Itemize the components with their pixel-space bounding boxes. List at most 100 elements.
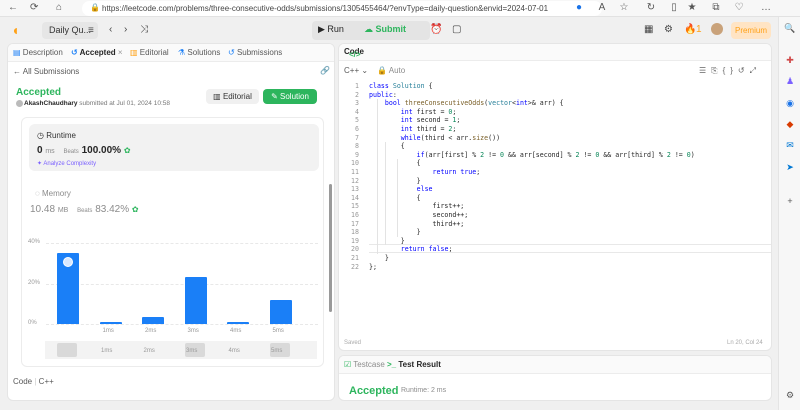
add-icon[interactable]: + [784,195,796,207]
tab-description[interactable]: ▤ Description [13,48,63,57]
code-line[interactable]: } [369,177,421,185]
reset-icon[interactable]: ↺ [738,66,750,75]
refresh-icon[interactable]: ⟳ [30,2,38,13]
back-icon[interactable]: ← [8,2,18,13]
tab-test-result[interactable]: >_ Test Result [387,360,441,369]
code-line[interactable]: } [369,228,421,236]
extension-icon[interactable]: ● [573,2,585,14]
runtime-distribution-chart[interactable]: 40% 20% 0% 1ms 2ms 3ms 4ms 5ms 1ms 2ms 3ms 4ms 5ms [22,236,325,368]
bookmark-icon[interactable]: ⎘ [711,66,722,75]
code-line[interactable]: return false; [369,245,453,253]
list-icon[interactable]: ≡ [88,25,94,36]
run-button[interactable]: ▶ Run [318,24,344,35]
code-line[interactable]: }; [369,263,377,271]
send-icon[interactable]: ➤ [784,161,796,173]
code-line[interactable]: { [369,142,405,150]
fullscreen-icon[interactable]: ⤢ [750,66,761,75]
notes-icon[interactable]: ☰ [699,66,711,75]
code-line[interactable]: second++; [369,211,469,219]
tab-solutions[interactable]: ⚗ Solutions [178,48,220,57]
x-tick-label: 4ms [230,328,242,334]
chart-bar[interactable] [269,299,292,324]
code-line[interactable]: class Solution { [369,82,433,90]
strip-knob[interactable] [57,343,77,357]
code-line[interactable]: { [369,159,421,167]
code-line[interactable]: { [369,194,421,202]
chart-bar[interactable] [142,316,164,324]
tab-accepted[interactable]: ↺ Accepted × [71,48,123,57]
collections-icon[interactable]: ⧉ [710,2,722,14]
code-line[interactable]: if(arr[first] % 2 != 0 && arr[second] % … [369,151,695,159]
x-tick-label: 5ms [272,328,284,334]
sidebar-settings-icon[interactable]: ⚙ [784,389,796,401]
y-tick-label: 0% [28,320,37,326]
address-bar[interactable]: 🔒 https://leetcode.com/problems/three-co… [82,1,602,16]
browser-essentials-icon[interactable]: ♡ [733,2,745,14]
tab-editorial[interactable]: ▥ Editorial [130,48,169,57]
all-submissions-link[interactable]: ← All Submissions [13,67,79,76]
code-line[interactable]: int third = 2; [369,125,457,133]
next-question-icon[interactable]: › [124,24,127,35]
code-line[interactable]: else [369,185,433,193]
test-result-runtime: Runtime: 2 ms [401,387,447,394]
premium-button[interactable]: Premium [731,22,771,39]
code-area[interactable]: 1 class Solution {2 public: 3 bool threeCon… [339,82,771,332]
prev-question-icon[interactable]: ‹ [109,24,112,35]
user-avatar-small [16,100,23,107]
refresh-ext-icon[interactable]: ↻ [645,2,657,14]
runtime-value: 0 ms Beats 100.00% ✿ [37,145,131,156]
code-line[interactable]: while(third < arr.size()) [369,134,500,142]
office-icon[interactable]: ◆ [784,118,796,130]
stats-card: ◷ Runtime 0 ms Beats 100.00% ✿ ✦ Analyze… [21,117,324,367]
notes-icon[interactable]: ▢ [452,24,461,35]
code-line[interactable]: third++; [369,220,465,228]
code-line[interactable]: first++; [369,202,465,210]
split-screen-icon[interactable]: ▯ [668,2,680,14]
chart-bar[interactable] [99,321,122,324]
user-avatar[interactable] [711,23,723,35]
favorites-icon[interactable]: ★ [686,2,698,14]
outlook-icon[interactable]: ✉ [784,139,796,151]
code-line[interactable]: } [369,237,405,245]
code-line[interactable]: public: [369,91,397,99]
favorite-icon[interactable]: ☆ [618,2,630,14]
format-icon[interactable]: {} [723,66,738,75]
streak-icon[interactable]: 🔥 [684,24,696,35]
tab-close-icon[interactable]: × [118,48,123,57]
code-line[interactable]: return true; [369,168,481,176]
search-icon[interactable]: 🔍 [784,22,796,34]
language-select[interactable]: C++ ⌄ [344,66,368,75]
tab-submissions[interactable]: ↺ Submissions [228,48,282,57]
shuffle-icon[interactable]: ⤨ [140,24,148,35]
home-icon[interactable]: ⌂ [56,2,62,13]
code-line[interactable]: int second = 1; [369,116,461,124]
leetcode-logo-icon[interactable]: ◖ [11,22,25,38]
chart-bar[interactable] [227,321,249,324]
layout-icon[interactable]: ▦ [644,24,653,35]
games-icon[interactable]: ♟ [784,75,796,87]
link-icon[interactable]: 🔗 [320,66,330,75]
code-line[interactable]: } [369,254,389,262]
tab-testcase[interactable]: ☑ Testcase [344,360,385,369]
left-panel-scrollbar[interactable] [329,184,332,312]
copilot-icon[interactable]: ◉ [784,97,796,109]
line-number: 8 [355,142,359,151]
code-line[interactable]: int first = 0; [369,108,457,116]
read-aloud-icon[interactable]: A [596,2,608,14]
timer-icon[interactable]: ⏰ [430,24,442,35]
more-menu-icon[interactable]: … [760,2,772,14]
tools-icon[interactable]: ✚ [784,54,796,66]
submit-button[interactable]: ☁ Submit [364,24,406,35]
runtime-box[interactable]: ◷ Runtime 0 ms Beats 100.00% ✿ ✦ Analyze… [29,124,319,171]
memory-label[interactable]: ◌ Memory [35,189,71,198]
analyze-complexity-link[interactable]: ✦ Analyze Complexity [37,160,96,167]
username[interactable]: AkashChaudhary [24,100,77,107]
chart-range-strip[interactable]: 1ms 2ms 3ms 4ms 5ms [45,341,317,359]
settings-icon[interactable]: ⚙ [664,24,673,35]
line-number: 17 [351,219,359,228]
code-line[interactable]: bool threeConsecutiveOdds(vector<int>& a… [369,99,564,107]
chart-bar[interactable] [184,277,207,324]
solution-button[interactable]: ✎ Solution [263,89,317,104]
editorial-button[interactable]: ▥ Editorial [206,89,259,104]
auto-mode-toggle[interactable]: 🔒 Auto [377,66,405,75]
